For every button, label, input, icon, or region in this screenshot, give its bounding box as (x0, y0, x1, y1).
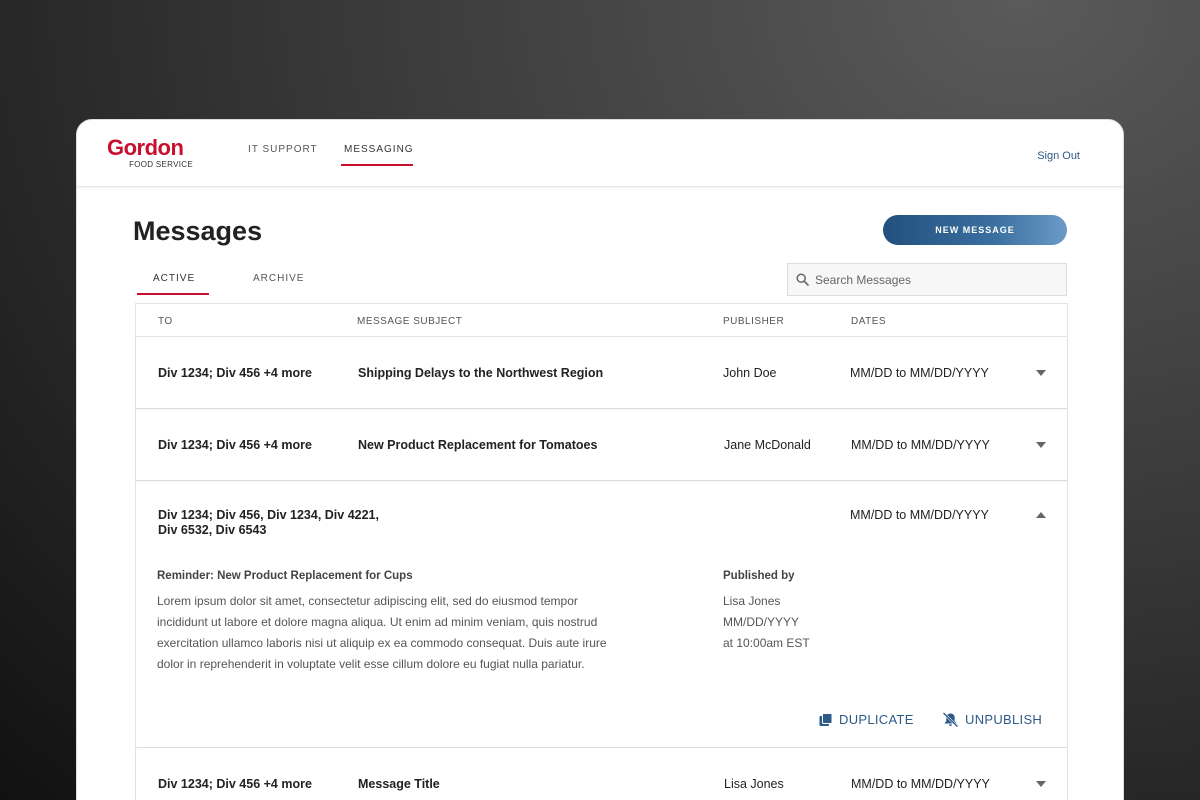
page-title: Messages (133, 216, 263, 246)
message-body-line: incididunt ut labore et dolore magna ali… (157, 615, 598, 629)
tab-archive[interactable]: ARCHIVE (253, 273, 304, 284)
search-box[interactable] (787, 263, 1067, 296)
duplicate-button[interactable]: DUPLICATE (819, 712, 914, 727)
publish-date: MM/DD/YYYY (723, 615, 800, 629)
publisher-name: Lisa Jones (723, 594, 781, 608)
table-row-expanded: Div 1234; Div 456, Div 1234, Div 4221, D… (136, 481, 1067, 748)
top-navigation-bar: Gordon FOOD SERVICE IT SUPPORT MESSAGING… (77, 120, 1123, 187)
column-header-subject[interactable]: MESSAGE SUBJECT (357, 316, 462, 327)
row-publisher: John Doe (723, 366, 777, 380)
message-body: Lorem ipsum dolor sit amet, consectetur … (157, 591, 637, 675)
search-input[interactable] (815, 272, 1055, 287)
unpublish-button[interactable]: UNPUBLISH (942, 712, 1042, 727)
expand-chevron-down-icon[interactable] (1036, 781, 1046, 787)
publish-time: at 10:00am EST (723, 636, 810, 650)
expand-chevron-down-icon[interactable] (1036, 442, 1046, 448)
messages-table: TO MESSAGE SUBJECT PUBLISHER DATES Div 1… (135, 303, 1068, 800)
table-header: TO MESSAGE SUBJECT PUBLISHER DATES (136, 304, 1067, 337)
tab-active-indicator (137, 293, 209, 295)
table-row[interactable]: Div 1234; Div 456 +4 more Shipping Delay… (136, 337, 1067, 409)
row-to: Div 1234; Div 456 +4 more (158, 366, 312, 380)
expand-chevron-down-icon[interactable] (1036, 370, 1046, 376)
publisher-info: Lisa Jones MM/DD/YYYY at 10:00am EST (723, 591, 810, 654)
row-dates: MM/DD to MM/DD/YYYY (850, 366, 989, 380)
table-row[interactable]: Div 1234; Div 456 +4 more Message Title … (136, 748, 1067, 800)
logo-wordmark: Gordon (107, 135, 184, 160)
message-body-line: exercitation ullamco laboris nisi ut ali… (157, 636, 607, 650)
gordon-food-service-logo[interactable]: Gordon FOOD SERVICE (107, 135, 197, 170)
row-subject: Shipping Delays to the Northwest Region (358, 366, 604, 380)
column-header-publisher[interactable]: PUBLISHER (723, 316, 784, 327)
collapse-chevron-up-icon[interactable] (1036, 512, 1046, 518)
duplicate-label: DUPLICATE (839, 712, 914, 727)
nav-messaging[interactable]: MESSAGING (344, 144, 414, 155)
row-publisher: Lisa Jones (724, 777, 784, 791)
row-dates: MM/DD to MM/DD/YYYY (850, 508, 989, 522)
nav-active-indicator (341, 164, 413, 166)
duplicate-icon (819, 712, 833, 726)
nav-it-support[interactable]: IT SUPPORT (248, 144, 318, 155)
unpublish-label: UNPUBLISH (965, 712, 1043, 727)
row-to: Div 1234; Div 456, Div 1234, Div 4221, D… (158, 508, 418, 538)
message-body-line: Lorem ipsum dolor sit amet, consectetur … (157, 594, 578, 608)
sign-out-link[interactable]: Sign Out (1037, 150, 1080, 162)
unpublish-bell-off-icon (942, 712, 959, 727)
app-window: Gordon FOOD SERVICE IT SUPPORT MESSAGING… (76, 119, 1124, 800)
row-to: Div 1234; Div 456 +4 more (158, 777, 312, 791)
row-to-line: Div 1234; Div 456, Div 1234, Div 4221, (158, 508, 379, 522)
column-header-dates[interactable]: DATES (851, 316, 886, 327)
message-subject: Reminder: New Product Replacement for Cu… (157, 570, 413, 582)
new-message-button[interactable]: NEW MESSAGE (883, 215, 1067, 245)
search-icon (796, 273, 809, 286)
row-publisher: Jane McDonald (724, 438, 811, 452)
row-subject: New Product Replacement for Tomatoes (358, 438, 598, 452)
table-row[interactable]: Div 1234; Div 456 +4 more New Product Re… (136, 409, 1067, 481)
row-to-line: Div 6532, Div 6543 (158, 523, 267, 537)
published-by-label: Published by (723, 570, 795, 582)
row-to: Div 1234; Div 456 +4 more (158, 438, 312, 452)
tab-active[interactable]: ACTIVE (153, 273, 195, 284)
row-dates: MM/DD to MM/DD/YYYY (851, 438, 990, 452)
logo-subtitle: FOOD SERVICE (129, 160, 193, 169)
row-dates: MM/DD to MM/DD/YYYY (851, 777, 990, 791)
column-header-to[interactable]: TO (158, 316, 173, 327)
message-body-line: dolor in reprehenderit in voluptate veli… (157, 657, 585, 671)
row-subject: Message Title (358, 777, 440, 791)
